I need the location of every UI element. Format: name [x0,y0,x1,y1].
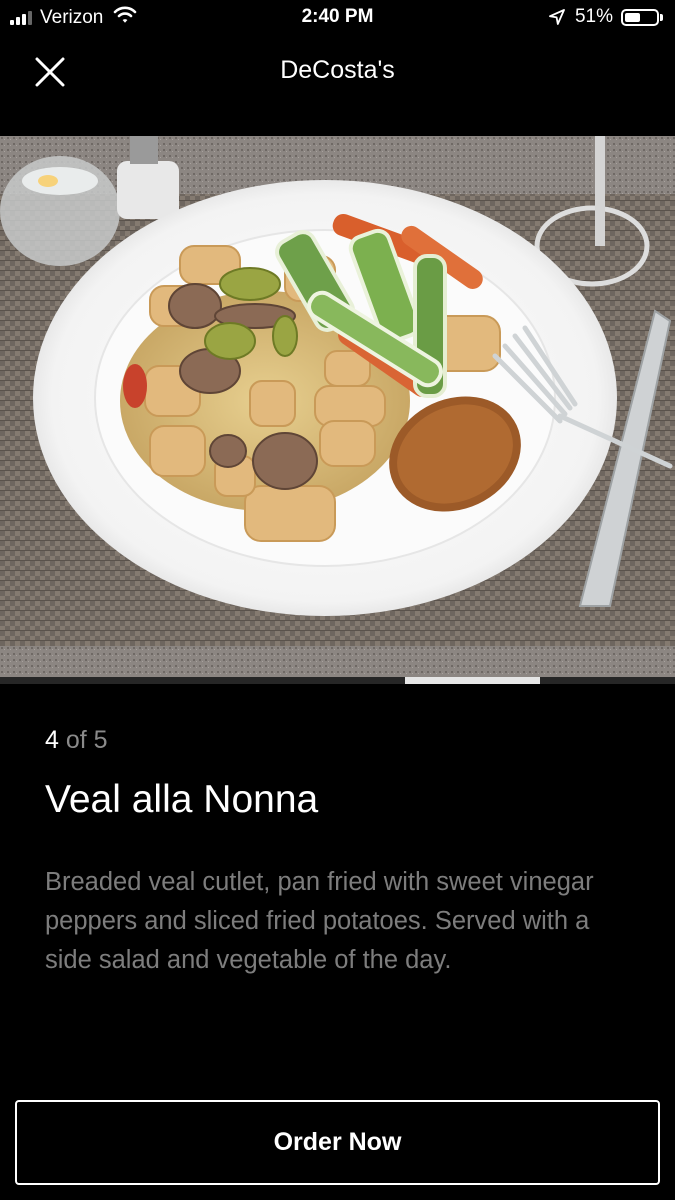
status-bar: Verizon 2:40 PM 51% [0,0,675,38]
item-description: Breaded veal cutlet, pan fried with swee… [45,868,594,974]
battery-fill [625,12,640,22]
photo-counter: 4 of 5 [45,726,108,755]
nav-header: DeCosta's [0,38,675,103]
battery-icon [621,8,659,26]
status-right: 51% [549,6,663,28]
battery-percent: 51% [574,6,613,27]
restaurant-name: DeCosta's [280,56,395,84]
page-indicator-active-segment [405,677,540,684]
location-arrow-icon [549,9,565,25]
order-now-button[interactable]: Order Now [15,1100,660,1185]
photo-counter-current: 4 [45,726,59,754]
dish-photo-illustration [0,136,675,677]
photo-page-indicator [0,677,675,684]
battery-tip [660,13,663,21]
item-title: Veal alla Nonna [45,778,319,821]
dish-photo[interactable] [0,136,675,677]
photo-counter-separator: of [65,726,87,754]
photo-counter-total: 5 [93,726,108,754]
